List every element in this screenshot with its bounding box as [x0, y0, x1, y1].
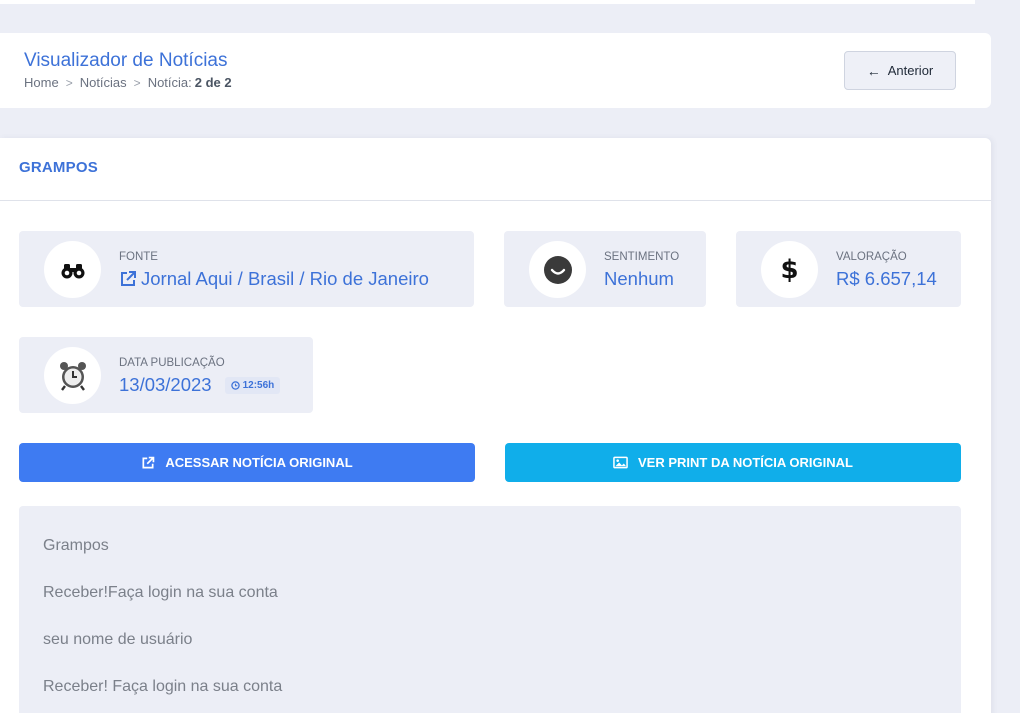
source-link[interactable]: Jornal Aqui / Brasil / Rio de Janeiro	[119, 268, 429, 290]
content-paragraph: Grampos	[43, 537, 109, 554]
publication-date-label: DATA PUBLICAÇÃO	[119, 357, 225, 369]
clock-icon	[230, 380, 240, 390]
publication-time: 12:56h	[242, 379, 275, 391]
divider	[0, 200, 991, 201]
news-title: GRAMPOS	[19, 159, 98, 176]
publication-date: 13/03/2023 12:56h	[119, 374, 281, 396]
breadcrumb-home[interactable]: Home	[24, 75, 59, 90]
chevron-right-icon: >	[65, 75, 73, 90]
external-link-icon	[142, 456, 155, 469]
previous-button-label: Anterior	[887, 63, 934, 78]
breadcrumb-noticias[interactable]: Notícias	[80, 75, 127, 90]
dollar-icon: $	[761, 241, 818, 298]
page-title: Visualizador de Notícias	[24, 50, 228, 71]
content-paragraph: Receber!Faça login na sua conta	[43, 584, 278, 601]
chevron-right-icon: >	[133, 75, 141, 90]
arrow-left-icon: ←	[866, 62, 881, 79]
binoculars-icon	[44, 241, 101, 298]
valuation-box: $ VALORAÇÃO R$ 6.657,14	[736, 231, 961, 307]
open-original-label: ACESSAR NOTÍCIA ORIGINAL	[165, 455, 353, 470]
open-original-button[interactable]: ACESSAR NOTÍCIA ORIGINAL	[19, 443, 475, 482]
valuation-value: R$ 6.657,14	[836, 268, 937, 289]
top-bar	[0, 0, 975, 4]
publication-date-box: DATA PUBLICAÇÃO 13/03/2023 12:56h	[19, 337, 313, 413]
news-content: Grampos Receber!Faça login na sua conta …	[19, 506, 961, 713]
view-print-label: VER PRINT DA NOTÍCIA ORIGINAL	[638, 455, 853, 470]
valuation-label: VALORAÇÃO	[836, 251, 907, 263]
sentiment-value: Nenhum	[604, 268, 674, 289]
sentiment-box: SENTIMENTO Nenhum	[504, 231, 706, 307]
neutral-face-icon	[529, 241, 586, 298]
view-print-button[interactable]: VER PRINT DA NOTÍCIA ORIGINAL	[505, 443, 961, 482]
time-badge: 12:56h	[224, 376, 281, 394]
breadcrumb-current-value: 2 de 2	[194, 75, 232, 90]
previous-button[interactable]: ← Anterior	[844, 51, 956, 90]
header-card: Visualizador de Notícias Home > Notícias…	[0, 33, 991, 108]
page: Visualizador de Notícias Home > Notícias…	[0, 0, 1020, 713]
source-value: Jornal Aqui / Brasil / Rio de Janeiro	[141, 268, 429, 289]
source-label: FONTE	[119, 251, 158, 263]
sentiment-label: SENTIMENTO	[604, 251, 680, 263]
content-paragraph: Receber! Faça login na sua conta	[43, 678, 283, 695]
news-card: GRAMPOS FONTE Jornal Aqui / Brasil / Rio…	[0, 138, 991, 713]
breadcrumb: Home > Notícias > Notícia: 2 de 2	[24, 75, 232, 90]
external-link-icon	[121, 271, 136, 286]
alarm-clock-icon	[44, 347, 101, 404]
publication-date-value: 13/03/2023	[119, 374, 212, 395]
source-box: FONTE Jornal Aqui / Brasil / Rio de Jane…	[19, 231, 474, 307]
breadcrumb-current-prefix: Notícia:	[147, 75, 192, 90]
content-paragraph: seu nome de usuário	[43, 631, 193, 648]
image-icon	[613, 456, 628, 469]
